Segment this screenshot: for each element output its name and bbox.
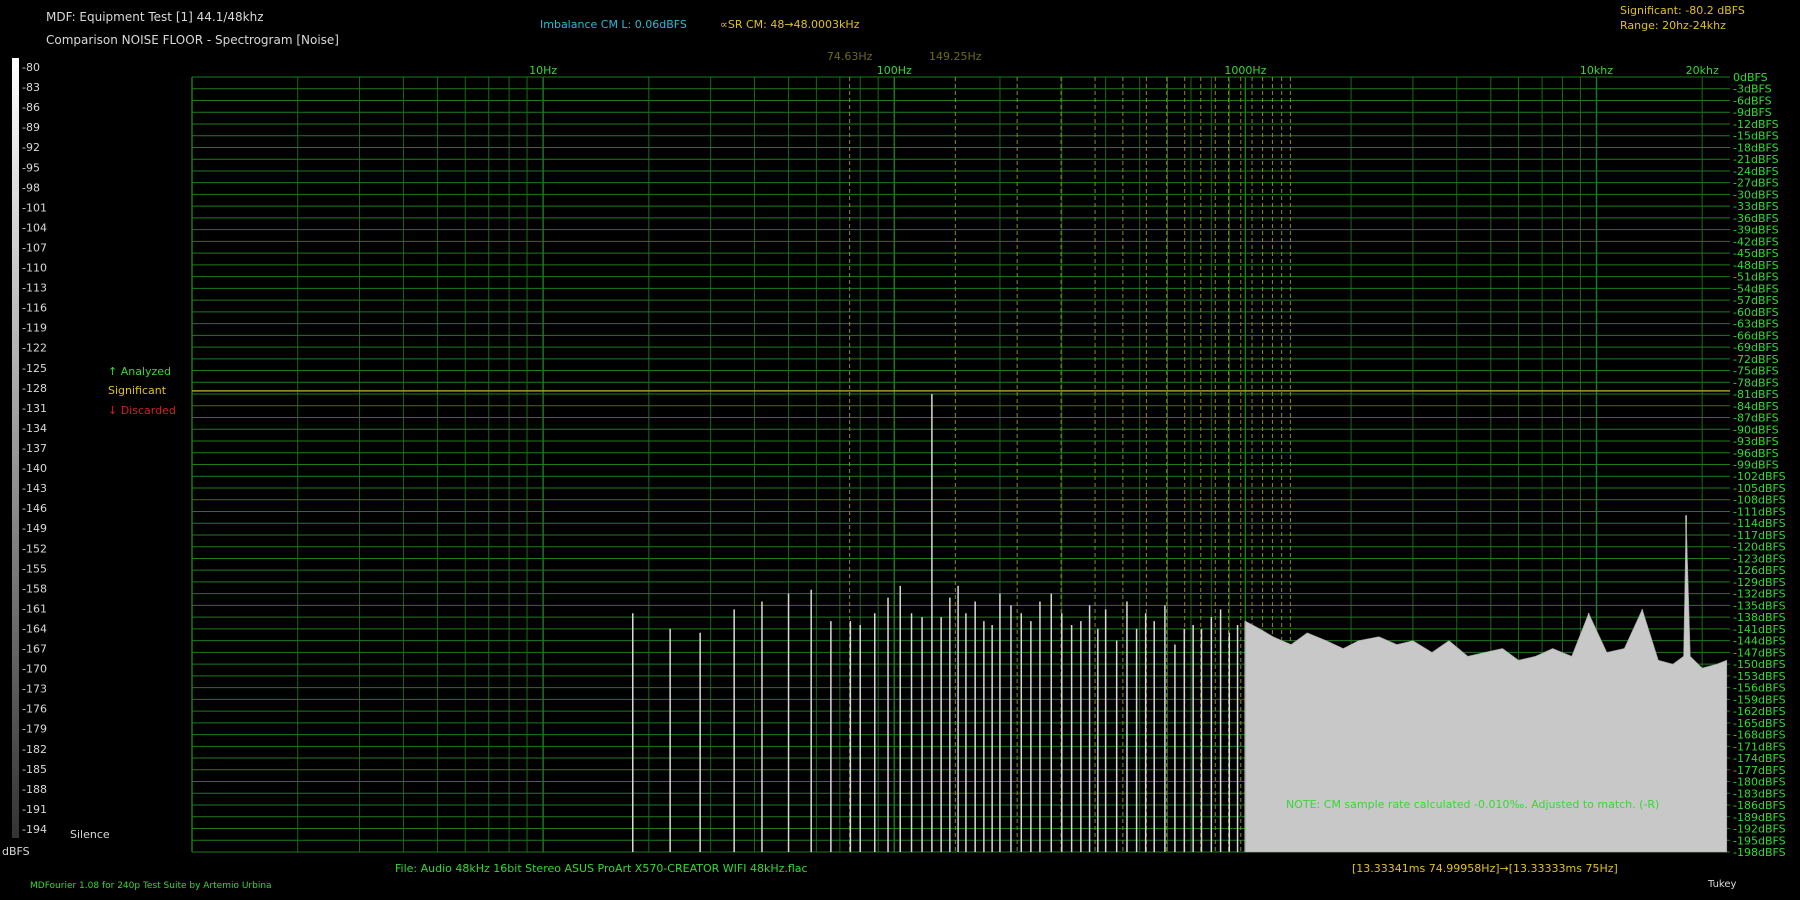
colorbar-tick-label: -194 — [22, 823, 47, 836]
colorbar-tick-label: -170 — [22, 663, 47, 676]
colorbar-tick-label: -80 — [22, 61, 40, 74]
colorbar-tick-label: -149 — [22, 522, 47, 535]
colorbar-tick-label: -131 — [22, 402, 47, 415]
colorbar-tick-label: -134 — [22, 422, 47, 435]
range-label: Range: 20hz-24khz — [1620, 19, 1726, 32]
colorbar-tick-label: -155 — [22, 562, 47, 575]
colorbar-tick-label: -164 — [22, 622, 47, 635]
x-tick-label: 10Hz — [529, 64, 557, 77]
colorbar-tick-label: -104 — [22, 221, 47, 234]
sr-cm-label: ∝SR CM: 48→48.0003kHz — [720, 18, 860, 31]
colorbar-tick-label: -161 — [22, 602, 47, 615]
colorbar-tick-label: -113 — [22, 282, 47, 295]
colorbar-tick-label: -146 — [22, 502, 47, 515]
legend-significant: Significant — [108, 384, 167, 397]
marker-label: 149.25Hz — [929, 50, 982, 63]
colorbar-tick-label: -101 — [22, 201, 47, 214]
silence-label: Silence — [70, 828, 110, 841]
colorbar-tick-label: -86 — [22, 101, 40, 114]
colorbar-tick-label: -188 — [22, 783, 47, 796]
marker-label: 74.63Hz — [827, 50, 873, 63]
colorbar-tick-label: -182 — [22, 743, 47, 756]
colorbar-tick-label: -98 — [22, 181, 40, 194]
significant-label: Significant: -80.2 dBFS — [1620, 4, 1745, 17]
colorbar-tick-label: -152 — [22, 542, 47, 555]
colorbar-tick-label: -128 — [22, 382, 47, 395]
x-tick-label: 1000Hz — [1224, 64, 1266, 77]
credit-label: MDFourier 1.08 for 240p Test Suite by Ar… — [30, 881, 272, 891]
colorbar-tick-label: -191 — [22, 803, 47, 816]
legend-analyzed: ↑ Analyzed — [108, 365, 172, 378]
colorbar-tick-label: -125 — [22, 362, 47, 375]
chart-title: MDF: Equipment Test [1] 44.1/48khz — [46, 10, 264, 24]
x-tick-label: 100Hz — [877, 64, 912, 77]
note-label: NOTE: CM sample rate calculated -0.010‰.… — [1286, 798, 1660, 811]
colorbar-strip — [12, 58, 19, 838]
colorbar-tick-label: -167 — [22, 643, 47, 656]
file-label: File: Audio 48kHz 16bit Stereo ASUS ProA… — [395, 862, 808, 875]
colorbar-tick-label: -185 — [22, 763, 47, 776]
colorbar-tick-label: -83 — [22, 81, 40, 94]
colorbar-unit: dBFS — [2, 845, 30, 858]
window-label: Tukey — [1708, 879, 1737, 890]
y-tick-label: -198dBFS — [1733, 846, 1786, 859]
legend-discarded: ↓ Discarded — [108, 404, 176, 417]
colorbar-tick-label: -119 — [22, 322, 47, 335]
chart-subtitle: Comparison NOISE FLOOR - Spectrogram [No… — [46, 33, 339, 47]
colorbar-tick-label: -158 — [22, 582, 47, 595]
colorbar-tick-label: -95 — [22, 161, 40, 174]
colorbar-tick-label: -140 — [22, 462, 47, 475]
colorbar-tick-label: -116 — [22, 302, 47, 315]
colorbar-tick-label: -122 — [22, 342, 47, 355]
colorbar-tick-label: -179 — [22, 723, 47, 736]
colorbar-tick-label: -173 — [22, 683, 47, 696]
x-tick-label: 10khz — [1580, 64, 1613, 77]
colorbar: -80 -83 -86 -89 -92 -95 -98 -101 -104 -107 -110 -11… — [12, 58, 47, 838]
colorbar-tick-label: -110 — [22, 262, 47, 275]
colorbar-tick-label: -89 — [22, 121, 40, 134]
spectrogram-plot: 0dBFS-3dBFS-6dBFS-9dBFS-12dBFS-15dBFS-18… — [12, 50, 1786, 859]
colorbar-tick-label: -92 — [22, 141, 40, 154]
colorbar-tick-label: -137 — [22, 442, 47, 455]
colorbar-tick-label: -176 — [22, 703, 47, 716]
time-range-label: [13.33341ms 74.99958Hz]→[13.33333ms 75Hz… — [1352, 862, 1618, 875]
colorbar-tick-label: -143 — [22, 482, 47, 495]
imbalance-label: Imbalance CM L: 0.06dBFS — [540, 18, 687, 31]
x-tick-label: 20khz — [1686, 64, 1719, 77]
colorbar-tick-label: -107 — [22, 241, 47, 254]
